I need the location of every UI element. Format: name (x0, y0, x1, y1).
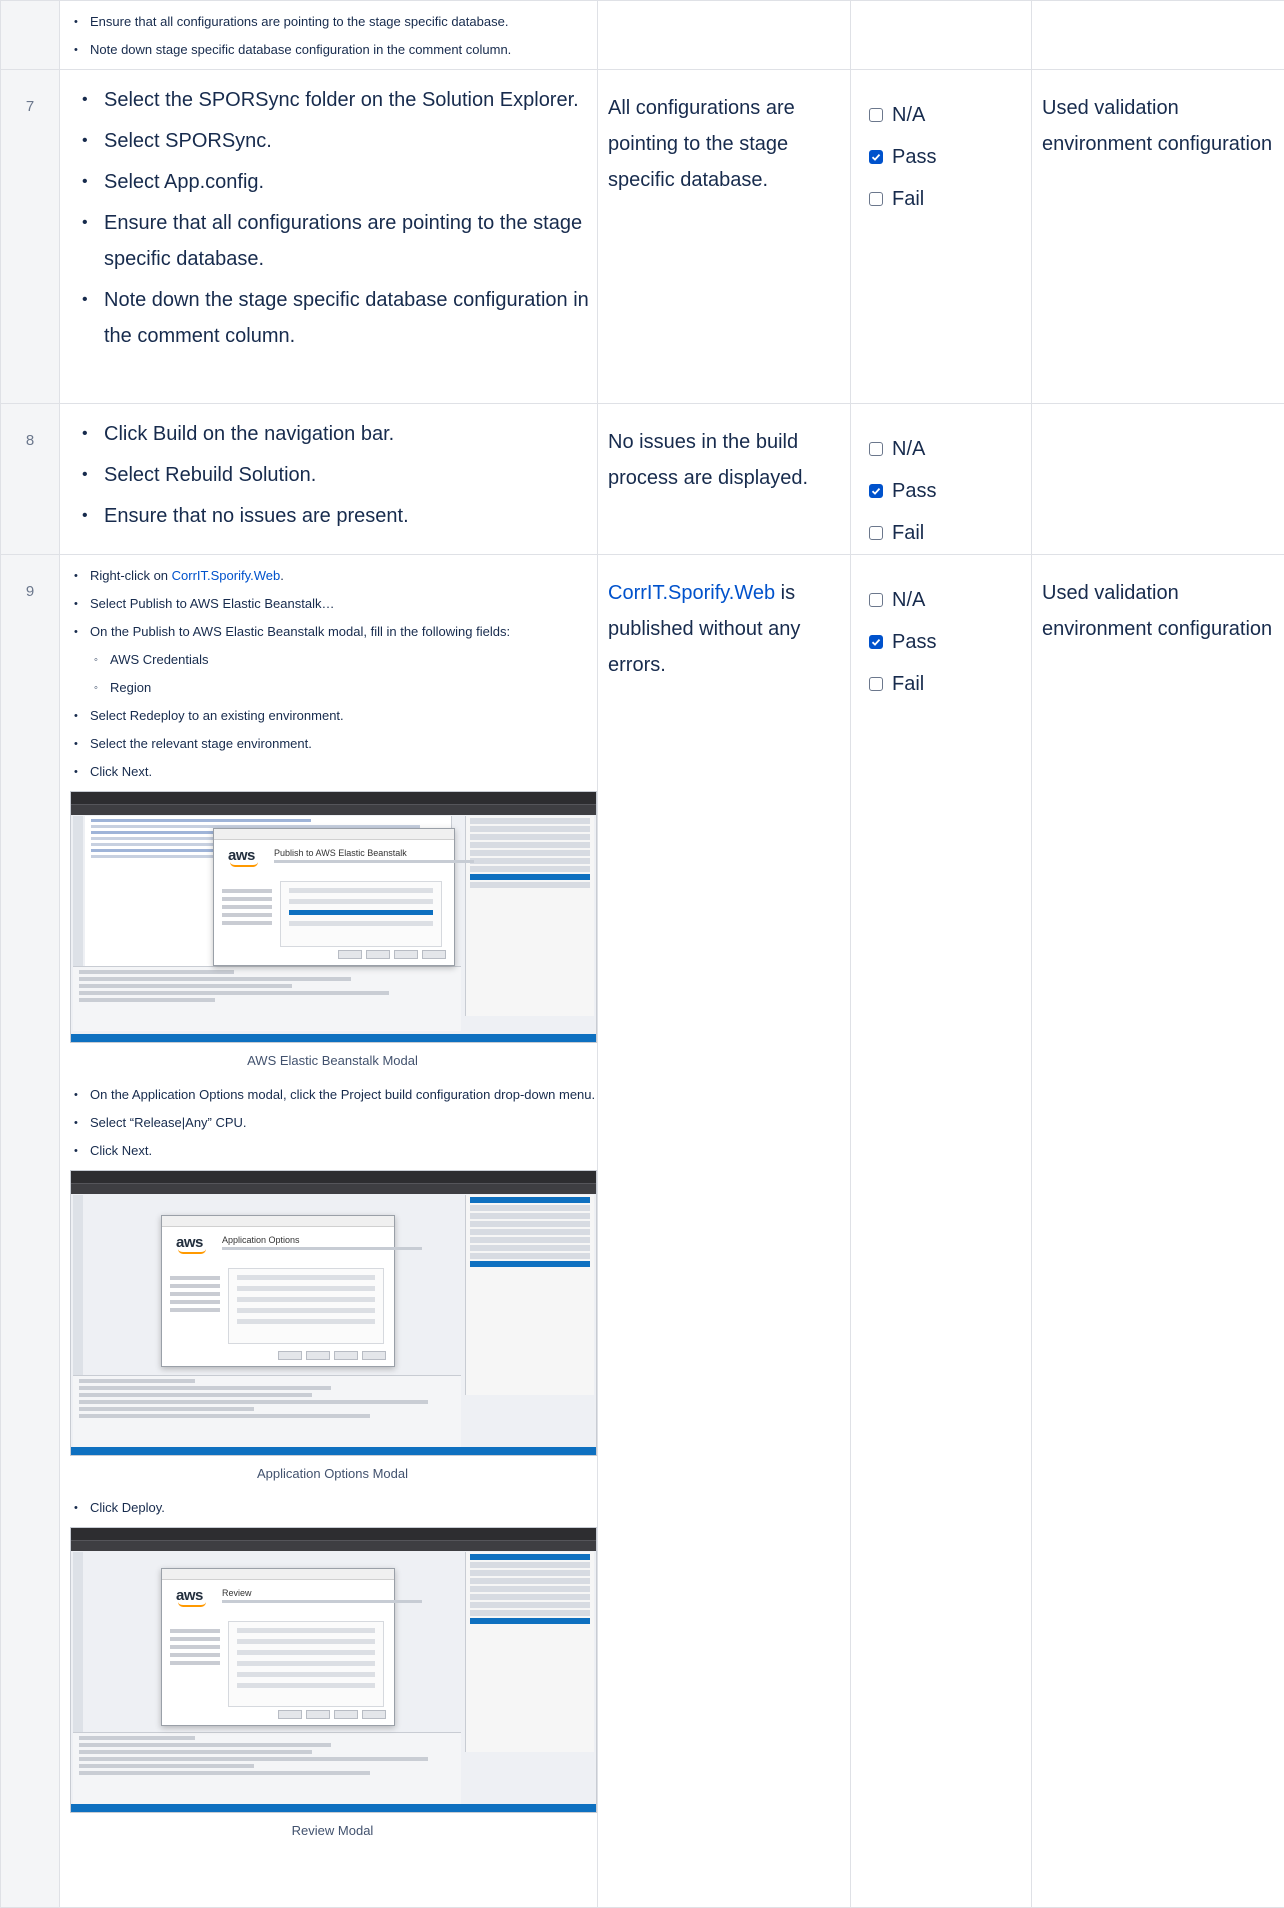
status-cell (851, 1, 1032, 70)
list-item: Ensure that all configurations are point… (60, 205, 597, 277)
status-option-fail[interactable]: Fail (869, 663, 1021, 705)
list-item: Right-click on CorrIT.Sporify.Web. (60, 567, 597, 585)
status-option-na[interactable]: N/A (869, 579, 1021, 621)
list-item: Select Rebuild Solution. (60, 457, 597, 493)
list-item: Ensure that no issues are present. (60, 498, 597, 534)
steps-cell: Right-click on CorrIT.Sporify.Web. Selec… (60, 555, 598, 1908)
checkbox-icon[interactable] (869, 108, 883, 122)
list-item: On the Application Options modal, click … (60, 1086, 597, 1104)
status-option-pass[interactable]: Pass (869, 136, 1021, 178)
table-row-step-7: 7 Select the SPORSync folder on the Solu… (1, 70, 1284, 404)
list-item: Select the relevant stage environment. (60, 735, 597, 753)
expected-result: CorrIT.Sporify.Web is published without … (598, 555, 851, 1908)
table-row-step-9: 9 Right-click on CorrIT.Sporify.Web. Sel… (1, 555, 1284, 1908)
status-option-na[interactable]: N/A (869, 94, 1021, 136)
list-item: Select App.config. (60, 164, 597, 200)
checkbox-icon[interactable] (869, 192, 883, 206)
figure-caption: Review Modal (60, 1823, 605, 1838)
list-item: Click Build on the navigation bar. (60, 416, 597, 452)
checkbox-icon[interactable] (869, 593, 883, 607)
list-item: Click Next. (60, 763, 597, 781)
list-item: Ensure that all configurations are point… (60, 13, 597, 31)
aws-logo-icon: aws (176, 1234, 203, 1251)
list-item: Click Next. (60, 1142, 597, 1160)
checkbox-icon[interactable] (869, 526, 883, 540)
screenshot-application-options-modal: aws Application Options (70, 1170, 597, 1456)
list-item: Select SPORSync. (60, 123, 597, 159)
screenshot-publish-modal: aws Publish to AWS Elastic Beanstalk (70, 791, 597, 1043)
list-item: AWS Credentials (60, 651, 597, 669)
list-item: Select the SPORSync folder on the Soluti… (60, 82, 597, 118)
comment: Used validation environment configuratio… (1032, 70, 1284, 404)
checkbox-icon[interactable] (869, 442, 883, 456)
expected-result: No issues in the build process are displ… (598, 404, 851, 555)
screenshot-review-modal: aws Review (70, 1527, 597, 1813)
expected-cell (598, 1, 851, 70)
status-options: N/A Pass Fail (851, 555, 1031, 705)
steps-cell: Select the SPORSync folder on the Soluti… (60, 70, 598, 404)
step-number: 7 (1, 70, 60, 404)
step-number: 8 (1, 404, 60, 555)
status-cell: N/A Pass Fail (851, 70, 1032, 404)
project-link[interactable]: CorrIT.Sporify.Web (172, 568, 281, 583)
step-number-cell (1, 1, 60, 70)
list-item: Select Publish to AWS Elastic Beanstalk… (60, 595, 597, 613)
table-row-continuation: Ensure that all configurations are point… (1, 1, 1284, 70)
review-dialog: aws Review (161, 1568, 395, 1726)
status-cell: N/A Pass Fail (851, 555, 1032, 1908)
project-link[interactable]: CorrIT.Sporify.Web (608, 582, 775, 604)
aws-logo-icon: aws (176, 1587, 203, 1604)
checkbox-checked-icon[interactable] (869, 635, 883, 649)
list-item: Note down stage specific database config… (60, 41, 597, 59)
checkbox-checked-icon[interactable] (869, 484, 883, 498)
comment-cell (1032, 1, 1284, 70)
status-cell: N/A Pass Fail (851, 404, 1032, 555)
steps-cell: Click Build on the navigation bar. Selec… (60, 404, 598, 555)
list-item: Click Deploy. (60, 1499, 597, 1517)
list-item: Note down the stage specific database co… (60, 282, 597, 354)
status-options: N/A Pass Fail (851, 404, 1031, 554)
publish-dialog: aws Publish to AWS Elastic Beanstalk (213, 828, 455, 966)
status-options: N/A Pass Fail (851, 70, 1031, 220)
test-steps-table: Ensure that all configurations are point… (0, 0, 1284, 1908)
status-option-fail[interactable]: Fail (869, 178, 1021, 220)
test-steps-page: Ensure that all configurations are point… (0, 0, 1284, 1895)
aws-logo-icon: aws (228, 847, 255, 864)
list-item: Select Redeploy to an existing environme… (60, 707, 597, 725)
figure-caption: AWS Elastic Beanstalk Modal (60, 1053, 605, 1068)
application-options-dialog: aws Application Options (161, 1215, 395, 1367)
list-item: On the Publish to AWS Elastic Beanstalk … (60, 623, 597, 641)
list-item: Region (60, 679, 597, 697)
table-row-step-8: 8 Click Build on the navigation bar. Sel… (1, 404, 1284, 555)
comment (1032, 404, 1284, 555)
status-option-fail[interactable]: Fail (869, 512, 1021, 554)
checkbox-icon[interactable] (869, 677, 883, 691)
list-item: Select “Release|Any” CPU. (60, 1114, 597, 1132)
status-option-pass[interactable]: Pass (869, 470, 1021, 512)
status-option-pass[interactable]: Pass (869, 621, 1021, 663)
figure-caption: Application Options Modal (60, 1466, 605, 1481)
comment: Used validation environment configuratio… (1032, 555, 1284, 1908)
checkbox-checked-icon[interactable] (869, 150, 883, 164)
step-number: 9 (1, 555, 60, 1908)
expected-result: All configurations are pointing to the s… (598, 70, 851, 404)
status-option-na[interactable]: N/A (869, 428, 1021, 470)
steps-cell: Ensure that all configurations are point… (60, 1, 598, 70)
